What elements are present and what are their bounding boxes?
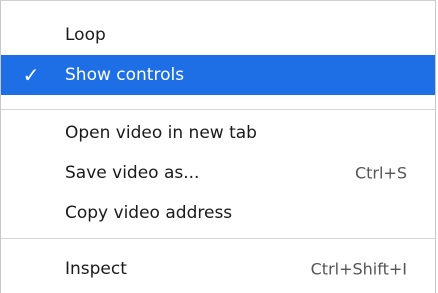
menu-item-label: Show controls xyxy=(65,65,185,85)
menu-item-open-video-new-tab[interactable]: Open video in new tab xyxy=(1,113,435,153)
context-menu: Loop ✓ Show controls Open video in new t… xyxy=(0,0,436,293)
menu-separator xyxy=(1,238,435,239)
menu-item-shortcut: Ctrl+S xyxy=(354,163,407,183)
menu-item-loop[interactable]: Loop xyxy=(1,15,435,55)
menu-item-label: Open video in new tab xyxy=(65,123,257,143)
menu-item-label: Inspect xyxy=(65,259,127,279)
menu-item-save-video-as[interactable]: Save video as... Ctrl+S xyxy=(1,153,435,193)
menu-item-label: Save video as... xyxy=(65,163,200,183)
menu-item-copy-video-address[interactable]: Copy video address xyxy=(1,193,435,233)
menu-item-inspect[interactable]: Inspect Ctrl+Shift+I xyxy=(1,249,435,289)
check-icon: ✓ xyxy=(22,63,40,87)
menu-item-label: Loop xyxy=(65,25,106,45)
menu-item-shortcut: Ctrl+Shift+I xyxy=(310,259,407,279)
menu-item-show-controls[interactable]: ✓ Show controls xyxy=(1,55,435,95)
menu-item-label: Copy video address xyxy=(65,203,233,223)
menu-separator xyxy=(1,109,435,110)
